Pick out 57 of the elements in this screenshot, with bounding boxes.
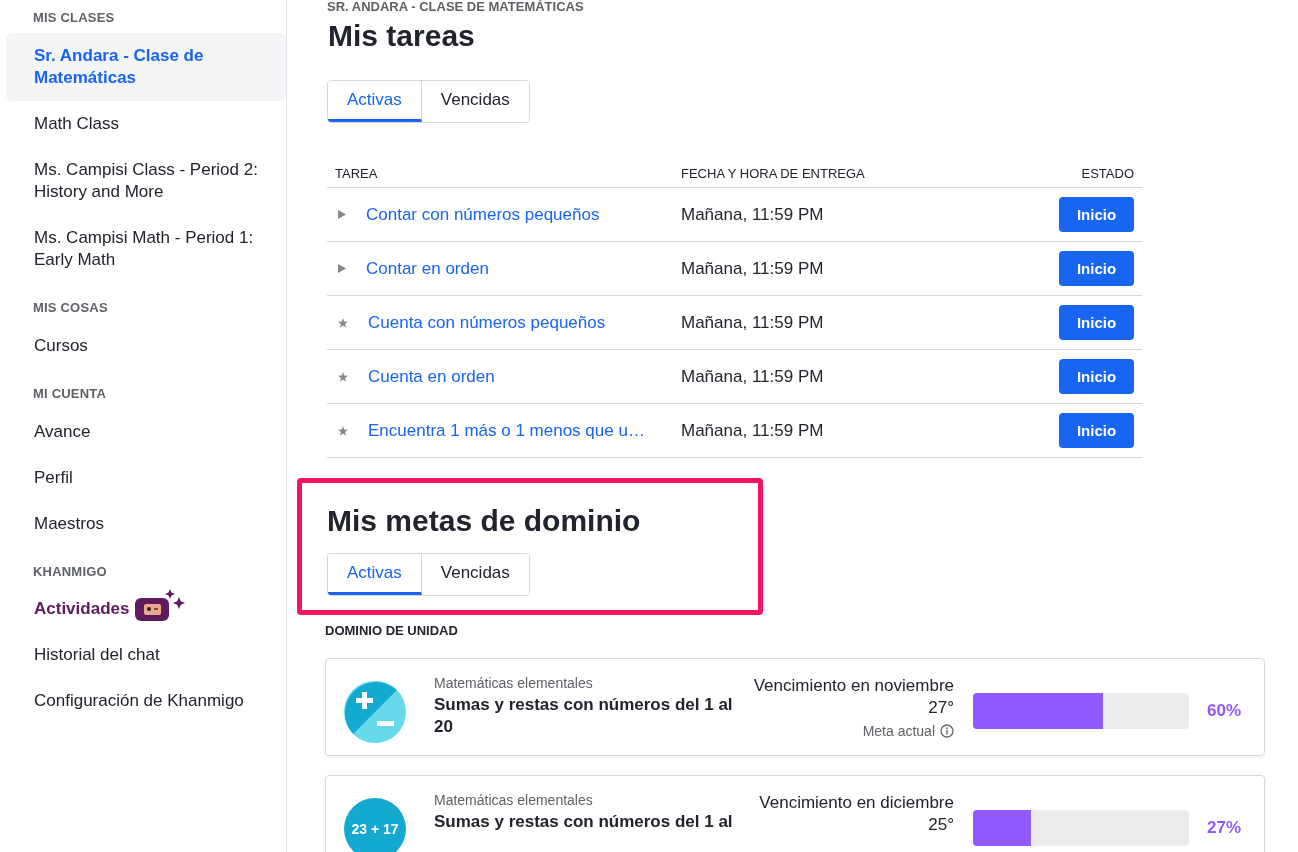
due-date: Mañana, 11:59 PM [673,241,996,296]
sidebar-link[interactable]: Configuración de Khanmigo [34,690,244,712]
class-name: SR. ANDARA - CLASE DE MATEMÁTICAS [326,0,585,14]
start-button[interactable]: Inicio [1059,413,1134,448]
goal-note: Meta actual [862,723,935,739]
sidebar-link[interactable]: Ms. Campisi Class - Period 2: History and More [34,159,276,203]
section-heading: MIS CLASES [32,10,116,27]
sidebar-link[interactable]: Cursos [34,335,88,357]
course-name: Matemáticas elementales [434,675,594,691]
sum-icon: 23 + 17 [344,798,406,852]
column-header: FECHA Y HORA DE ENTREGA [673,158,996,188]
section-heading: KHANMIGO [32,564,108,581]
due-date: Mañana, 11:59 PM [673,403,996,458]
assignment-link[interactable]: Contar en orden [366,258,489,279]
star-icon [338,371,348,382]
due-day: 25° [734,814,954,836]
due-day: 27° [734,697,954,719]
due-date: Vencimiento en noviembre [752,675,954,697]
page-title: Mis tareas [328,18,476,54]
assignment-link[interactable]: Cuenta en orden [368,366,495,387]
sidebar-link[interactable]: Ms. Campisi Math - Period 1: Early Math [34,227,276,271]
section-heading: MI CUENTA [32,386,108,403]
sidebar-link[interactable]: Math Class [34,113,120,135]
plus-minus-icon [344,681,406,743]
assignment-link[interactable]: Contar con números pequeños [366,204,600,225]
due-date: Vencimiento en diciembre [758,792,954,814]
star-icon [338,425,348,436]
info-icon[interactable] [940,724,954,738]
assignment-link[interactable]: Encuentra 1 más o 1 menos que u… [368,420,645,441]
star-icon [338,317,348,328]
section-title: Mis metas de dominio [327,503,642,539]
tab[interactable]: Activas [328,81,422,122]
unit-title: Sumas y restas con números del 1 al [434,811,734,833]
progress-percent: 60% [1207,700,1242,722]
play-icon [338,264,346,273]
section-label: DOMINIO DE UNIDAD [325,623,459,638]
sidebar-link[interactable]: Historial del chat [34,644,160,666]
column-header: TAREA [327,158,673,188]
start-button[interactable]: Inicio [1059,251,1134,286]
assignment-link[interactable]: Cuenta con números pequeños [368,312,606,333]
play-icon [338,210,346,219]
start-button[interactable]: Inicio [1059,197,1134,232]
due-date: Mañana, 11:59 PM [673,295,996,350]
due-date: Mañana, 11:59 PM [673,187,996,242]
sidebar-link[interactable]: Avance [34,421,91,443]
section-heading: MIS COSAS [32,300,109,317]
unit-title: Sumas y restas con números del 1 al 20 [434,694,734,738]
sidebar-link[interactable]: Actividades [34,598,130,620]
tab[interactable]: Activas [328,554,422,595]
due-date: Mañana, 11:59 PM [673,349,996,404]
course-name: Matemáticas elementales [434,792,594,808]
start-button[interactable]: Inicio [1059,305,1134,340]
sidebar-link[interactable]: Maestros [34,513,104,535]
start-button[interactable]: Inicio [1059,359,1134,394]
progress-percent: 27% [1207,817,1242,839]
column-header: ESTADO [995,158,1142,188]
sidebar-link[interactable]: Perfil [34,467,73,489]
